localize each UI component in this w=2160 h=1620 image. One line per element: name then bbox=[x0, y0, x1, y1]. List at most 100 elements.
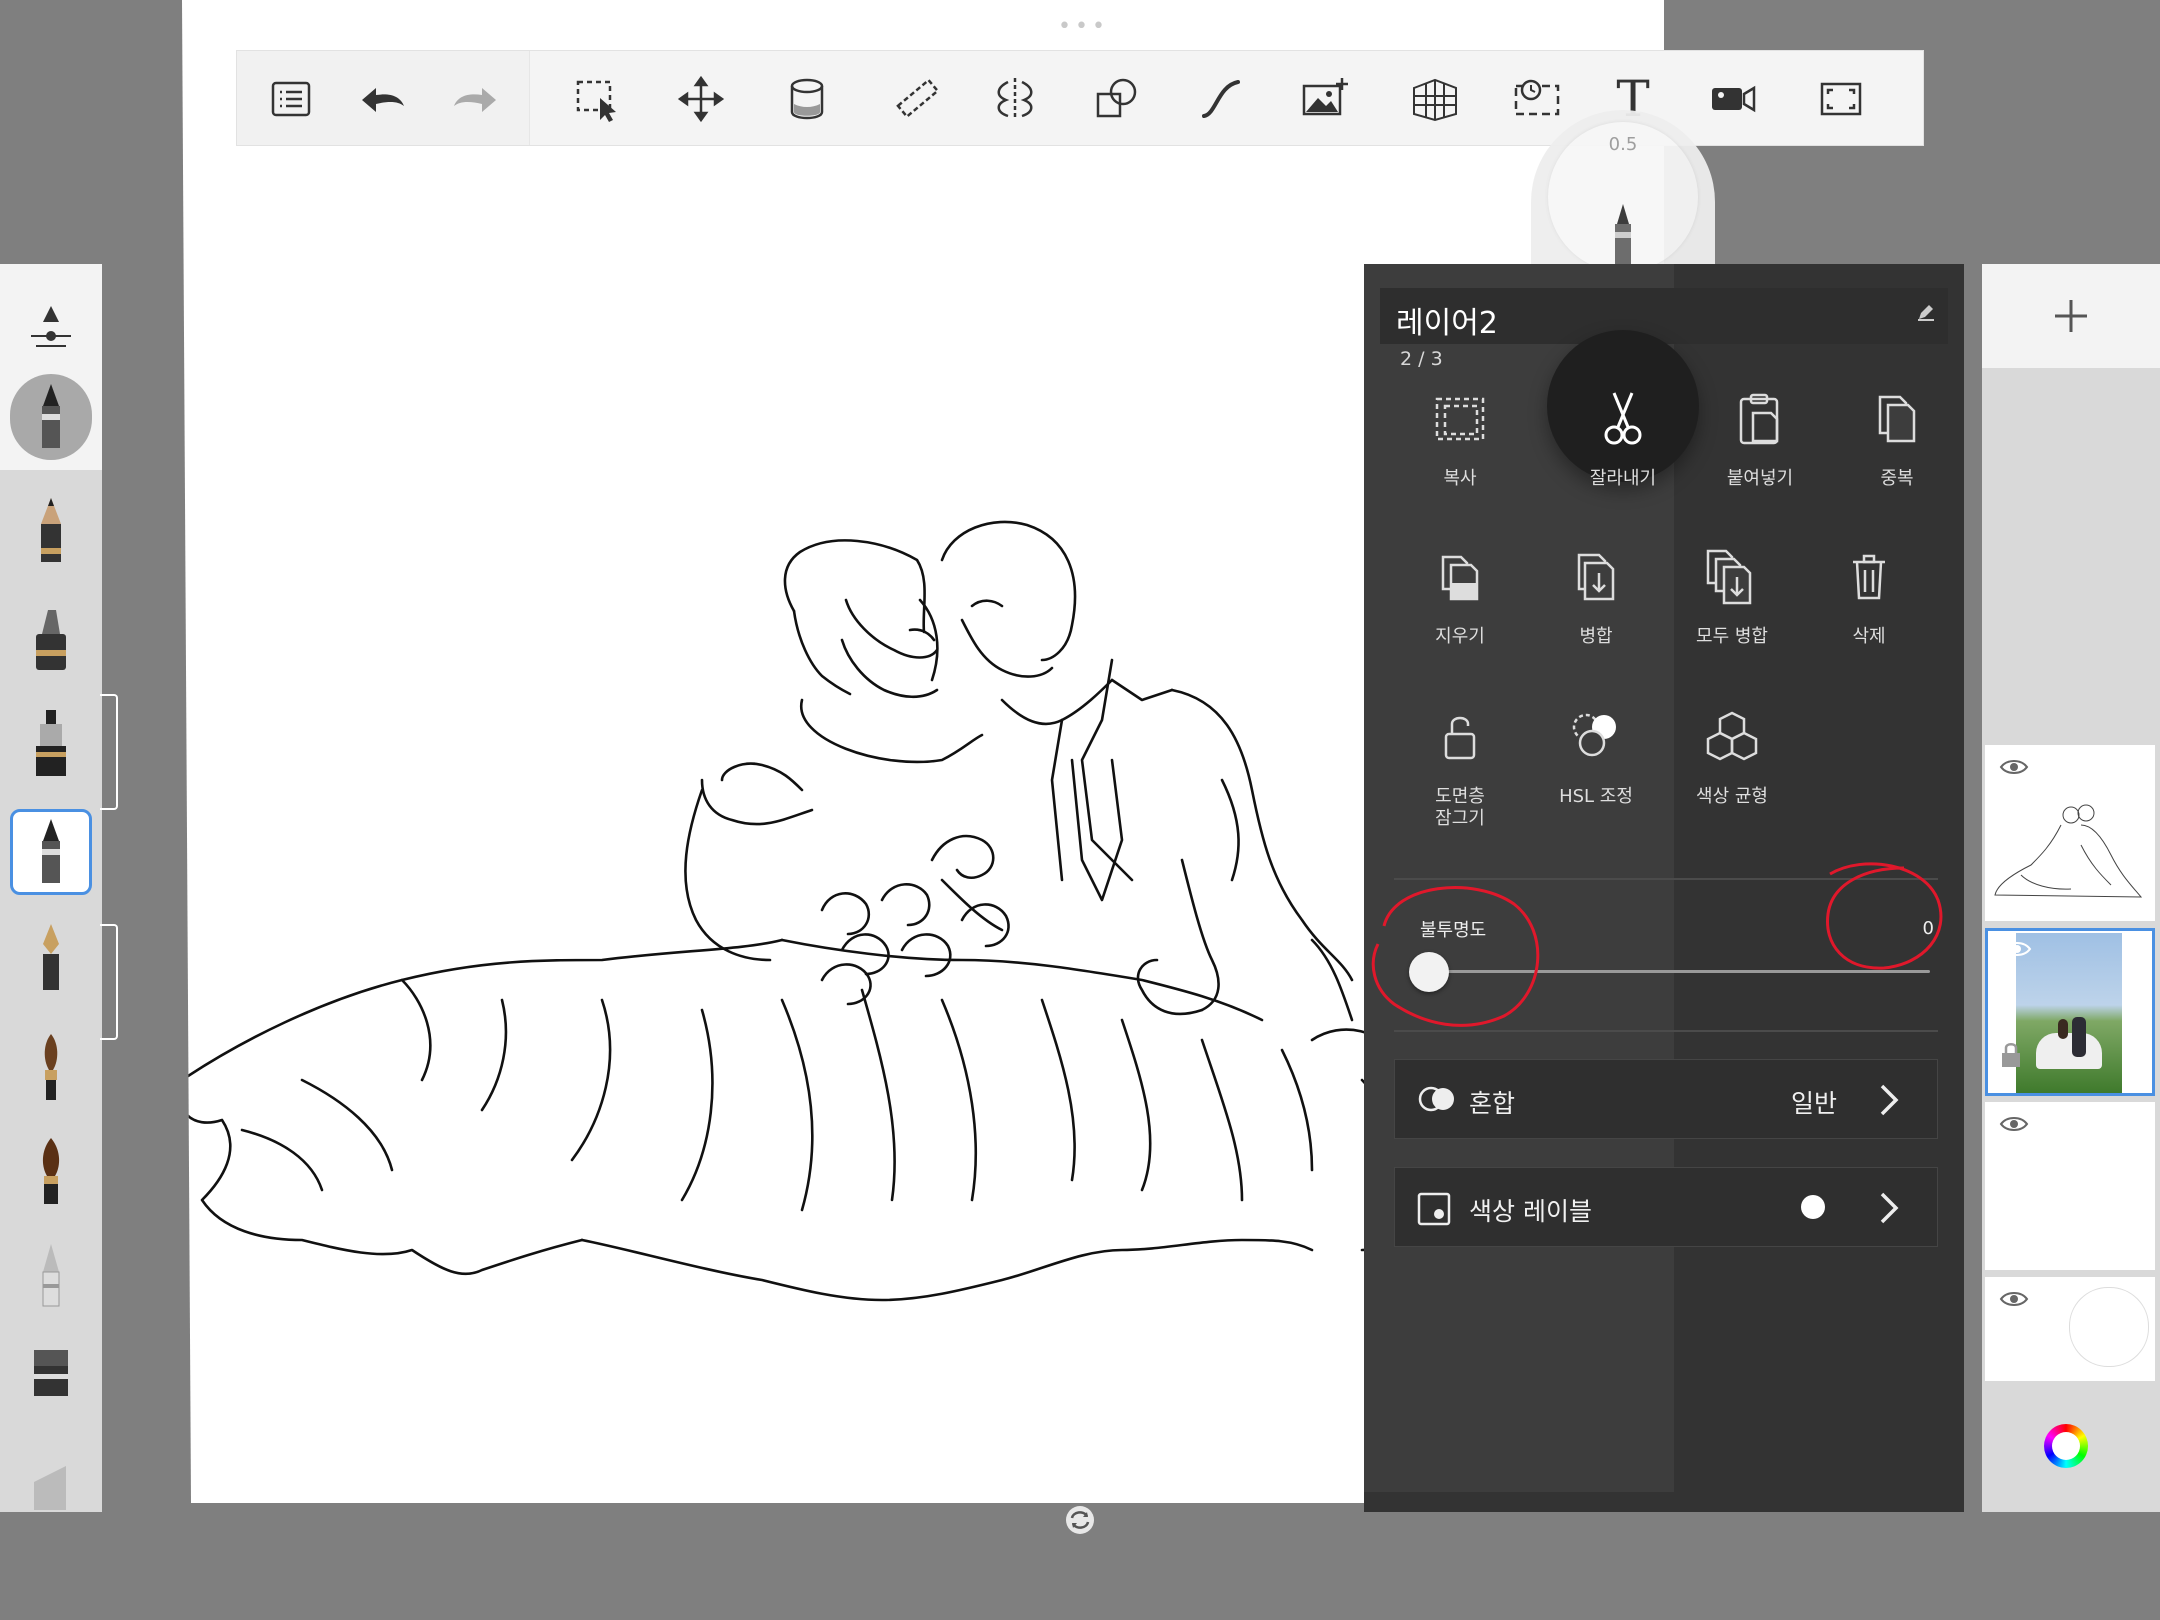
chisel-icon[interactable] bbox=[10, 1430, 92, 1516]
merge-all-button[interactable]: 모두 병합 bbox=[1664, 542, 1800, 648]
technical-pen-icon[interactable] bbox=[10, 700, 92, 786]
layer-thumbnail-empty[interactable] bbox=[1985, 1102, 2155, 1270]
transform-icon[interactable] bbox=[673, 71, 729, 127]
paintbrush-icon[interactable] bbox=[10, 1024, 92, 1110]
merge-all-icon bbox=[1706, 549, 1752, 605]
lock-icon bbox=[1444, 716, 1476, 760]
rotate-canvas-icon[interactable] bbox=[1064, 1504, 1096, 1536]
duplicate-label: 중복 bbox=[1880, 468, 1914, 489]
eye-icon[interactable] bbox=[1999, 1114, 2029, 1134]
chevron-right-icon bbox=[1880, 1192, 1899, 1224]
brush-library-sidebar bbox=[0, 264, 118, 1512]
lock-icon bbox=[2002, 1043, 2020, 1067]
ballpoint-pen-icon[interactable] bbox=[10, 809, 92, 895]
layer-thumbnail-background[interactable] bbox=[1985, 1277, 2155, 1381]
clear-icon bbox=[1441, 555, 1479, 601]
merge-all-label: 모두 병합 bbox=[1696, 626, 1768, 647]
delete-label: 삭제 bbox=[1852, 626, 1886, 647]
shape-icon[interactable] bbox=[1089, 71, 1145, 127]
brush-opacity-handle[interactable] bbox=[100, 924, 118, 1040]
layer-thumbnail-photo[interactable] bbox=[1985, 928, 2155, 1096]
cut-button[interactable]: 잘라내기 bbox=[1555, 384, 1691, 490]
hsl-icon bbox=[1572, 713, 1616, 757]
hsl-adjust-label: HSL 조정 bbox=[1559, 786, 1633, 807]
brush-settings-icon[interactable] bbox=[10, 284, 92, 370]
color-balance-label: 색상 균형 bbox=[1696, 786, 1768, 807]
eye-icon[interactable] bbox=[1999, 1289, 2029, 1309]
paste-icon bbox=[1739, 393, 1779, 445]
duplicate-icon bbox=[1878, 395, 1916, 443]
blend-mode-row[interactable]: 혼합 일반 bbox=[1394, 1059, 1938, 1139]
merge-icon bbox=[1577, 553, 1615, 601]
divider bbox=[1394, 1030, 1938, 1032]
drag-handle-dots[interactable]: ••• bbox=[1058, 14, 1109, 39]
copy-button[interactable]: 복사 bbox=[1392, 384, 1528, 490]
copy-icon bbox=[1435, 397, 1485, 441]
color-balance-button[interactable]: 색상 균형 bbox=[1664, 702, 1800, 808]
background-color-swatch[interactable] bbox=[2069, 1287, 2149, 1367]
color-label-row[interactable]: 색상 레이블 bbox=[1394, 1167, 1938, 1247]
round-brush-icon[interactable] bbox=[10, 1128, 92, 1214]
brush-size-value: 0.5 bbox=[1608, 134, 1638, 155]
opacity-slider-thumb[interactable] bbox=[1409, 952, 1449, 992]
color-label-swatch bbox=[1801, 1195, 1825, 1219]
opacity-value: 0 bbox=[1922, 918, 1934, 939]
trash-icon bbox=[1853, 554, 1885, 600]
curve-icon[interactable] bbox=[1193, 71, 1249, 127]
color-label-icon bbox=[1417, 1192, 1451, 1226]
layer-options-panel: 레이어2 2 / 3 복사 잘라내기 붙여넣기 중복 지우기 병합 모두 병합 … bbox=[1364, 264, 1964, 1512]
blend-value: 일반 bbox=[1790, 1089, 1837, 1118]
brush-size-handle[interactable] bbox=[100, 694, 118, 810]
eye-icon[interactable] bbox=[2002, 939, 2032, 959]
line-art-preview bbox=[1994, 804, 2143, 898]
copy-label: 복사 bbox=[1443, 468, 1477, 489]
plus-icon bbox=[2055, 300, 2087, 332]
opacity-slider-track[interactable] bbox=[1416, 970, 1930, 973]
video-icon[interactable] bbox=[1705, 71, 1761, 127]
puck-brush-icon bbox=[1615, 204, 1631, 264]
fountain-pen-icon[interactable] bbox=[10, 914, 92, 1000]
cut-label: 잘라내기 bbox=[1589, 468, 1657, 489]
layer-name-field[interactable]: 레이어2 bbox=[1380, 288, 1948, 344]
divider bbox=[1394, 878, 1938, 880]
airbrush-icon[interactable] bbox=[10, 1232, 92, 1318]
paste-button[interactable]: 붙여넣기 bbox=[1692, 384, 1828, 490]
brush-size-puck[interactable]: 0.5 bbox=[1531, 110, 1715, 272]
lock-layer-button[interactable]: 도면층 잠그기 bbox=[1392, 702, 1528, 830]
fullscreen-icon[interactable] bbox=[1813, 71, 1869, 127]
merge-label: 병합 bbox=[1579, 626, 1613, 647]
lock-layer-label: 도면층 잠그기 bbox=[1435, 786, 1485, 829]
color-balance-icon bbox=[1706, 711, 1758, 761]
layer-name: 레이어2 bbox=[1396, 306, 1498, 341]
marker-icon[interactable] bbox=[10, 598, 92, 684]
blend-label: 혼합 bbox=[1469, 1089, 1516, 1118]
color-wheel-icon[interactable] bbox=[2044, 1424, 2088, 1468]
layer-thumbnail-line-art[interactable] bbox=[1985, 745, 2155, 921]
undo-icon[interactable] bbox=[355, 71, 411, 127]
clear-button[interactable]: 지우기 bbox=[1392, 542, 1528, 648]
merge-button[interactable]: 병합 bbox=[1528, 542, 1664, 648]
ruler-icon[interactable] bbox=[889, 71, 945, 127]
flat-marker-icon[interactable] bbox=[10, 1332, 92, 1418]
duplicate-button[interactable]: 중복 bbox=[1829, 384, 1965, 490]
symmetry-icon[interactable] bbox=[987, 71, 1043, 127]
time-lapse-icon[interactable] bbox=[1509, 71, 1565, 127]
eye-icon[interactable] bbox=[1999, 757, 2029, 777]
fill-icon[interactable] bbox=[779, 71, 835, 127]
add-image-icon[interactable] bbox=[1297, 71, 1353, 127]
layers-column bbox=[1982, 264, 2160, 1512]
redo-icon[interactable] bbox=[447, 71, 503, 127]
list-icon[interactable] bbox=[263, 71, 319, 127]
current-brush-icon[interactable] bbox=[10, 374, 92, 460]
perspective-icon[interactable] bbox=[1407, 71, 1463, 127]
opacity-label: 불투명도 bbox=[1420, 920, 1487, 941]
edit-icon[interactable] bbox=[1916, 302, 1936, 322]
hsl-adjust-button[interactable]: HSL 조정 bbox=[1528, 702, 1664, 808]
add-layer-button[interactable] bbox=[1982, 264, 2160, 368]
chevron-right-icon bbox=[1880, 1084, 1899, 1116]
clear-label: 지우기 bbox=[1435, 626, 1485, 647]
paste-label: 붙여넣기 bbox=[1726, 468, 1794, 489]
pencil-icon[interactable] bbox=[10, 488, 92, 574]
delete-button[interactable]: 삭제 bbox=[1801, 542, 1937, 648]
selection-icon[interactable] bbox=[569, 71, 625, 127]
